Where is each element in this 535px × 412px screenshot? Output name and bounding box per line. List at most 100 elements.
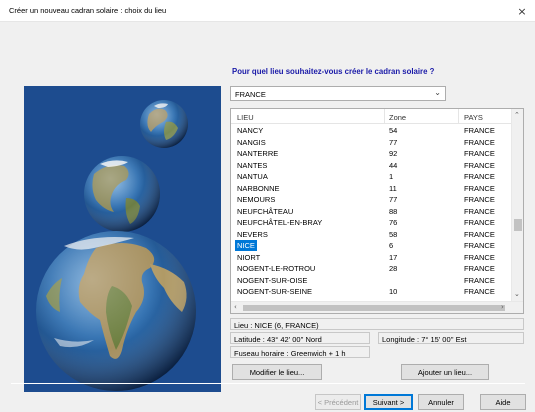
column-header-zone[interactable]: Zone: [389, 113, 406, 122]
place-name: NOGENT-SUR-OISE: [237, 275, 308, 285]
place-country: FRANCE: [464, 287, 495, 296]
place-name: NARBONNE: [237, 183, 280, 193]
previous-button[interactable]: < Précédent: [315, 394, 361, 410]
dialog-body: Pour quel lieu souhaitez-vous créer le c…: [0, 22, 535, 412]
info-fuseau-text: Fuseau horaire : Greenwich + 1 h: [234, 349, 346, 358]
question-label: Pour quel lieu souhaitez-vous créer le c…: [232, 67, 435, 76]
scroll-right-arrow-icon[interactable]: ›: [501, 303, 504, 311]
info-lieu: Lieu : NICE (6, FRANCE): [230, 318, 524, 330]
modify-place-button[interactable]: Modifier le lieu...: [232, 364, 322, 380]
place-name: NOGENT-LE-ROTROU: [237, 264, 316, 273]
column-divider[interactable]: [458, 109, 459, 124]
place-country: FRANCE: [464, 241, 495, 250]
window-title: Créer un nouveau cadran solaire : choix …: [9, 6, 167, 15]
list-item[interactable]: NANTUA 1 FRANCE: [231, 171, 512, 183]
place-name: NEMOURS: [237, 195, 276, 204]
column-header-pays[interactable]: PAYS: [464, 113, 483, 122]
place-zone: 44: [389, 160, 398, 170]
list-item[interactable]: NEVERS 58 FRANCE: [231, 229, 512, 241]
place-name: NIORT: [237, 252, 261, 262]
horizontal-scrollbar[interactable]: ‹ ›: [231, 301, 523, 313]
place-country: FRANCE: [464, 160, 495, 170]
place-name: NANTUA: [237, 172, 268, 181]
scroll-up-arrow-icon[interactable]: ⌃: [514, 111, 520, 119]
country-dropdown-value: FRANCE: [235, 90, 266, 99]
place-zone: 1: [389, 172, 394, 181]
place-zone: 92: [389, 149, 398, 158]
place-country: FRANCE: [464, 218, 495, 227]
list-item[interactable]: NEUFCHÂTEL-EN-BRAY 76 FRANCE: [231, 217, 512, 229]
place-country: FRANCE: [464, 126, 495, 135]
place-country: FRANCE: [464, 195, 495, 204]
place-country: FRANCE: [464, 229, 495, 239]
scroll-down-arrow-icon[interactable]: ⌄: [514, 290, 520, 298]
info-lieu-text: Lieu : NICE (6, FRANCE): [234, 321, 319, 330]
list-item[interactable]: NOGENT-LE-ROTROU 28 FRANCE: [231, 263, 512, 275]
help-button[interactable]: Aide: [480, 394, 526, 410]
column-header-lieu[interactable]: LIEU: [237, 113, 254, 122]
scroll-left-arrow-icon[interactable]: ‹: [234, 303, 237, 311]
vertical-scroll-thumb[interactable]: [514, 219, 522, 231]
place-name: NANTES: [237, 160, 268, 170]
chevron-down-icon[interactable]: ⌄: [434, 88, 441, 97]
place-country: FRANCE: [464, 183, 495, 193]
place-zone: 77: [389, 195, 398, 204]
globe-illustration: [24, 86, 221, 392]
list-item[interactable]: NANGIS 77 FRANCE: [231, 137, 512, 149]
title-bar: Créer un nouveau cadran solaire : choix …: [0, 0, 535, 22]
info-longitude-text: Longitude : 7° 15' 00'' Est: [382, 335, 467, 344]
place-country: FRANCE: [464, 172, 495, 181]
list-item[interactable]: NICE 6 FRANCE: [231, 240, 512, 252]
place-zone: 76: [389, 218, 398, 227]
info-fuseau: Fuseau horaire : Greenwich + 1 h: [230, 346, 370, 358]
place-country: FRANCE: [464, 149, 495, 158]
place-zone: 54: [389, 126, 398, 135]
info-latitude: Latitude : 43° 42' 00'' Nord: [230, 332, 370, 344]
footer-separator: [11, 383, 525, 384]
small-globe: [140, 100, 188, 148]
place-zone: 11: [389, 183, 397, 193]
large-globe: [36, 231, 196, 391]
info-latitude-text: Latitude : 43° 42' 00'' Nord: [234, 335, 322, 344]
place-name: NANGIS: [237, 137, 266, 147]
close-icon[interactable]: ×: [509, 0, 535, 22]
country-dropdown[interactable]: FRANCE ⌄: [230, 86, 446, 101]
globe-image: [36, 100, 196, 391]
place-country: FRANCE: [464, 275, 495, 285]
list-item[interactable]: NOGENT-SUR-OISE FRANCE: [231, 275, 512, 287]
place-name: NOGENT-SUR-SEINE: [237, 287, 313, 296]
list-rows: NANCY 54 FRANCE NANGIS 77 FRANCE NANTERRE 92 FRA…: [231, 125, 512, 309]
next-button[interactable]: Suivant >: [364, 394, 413, 410]
place-zone: 28: [389, 264, 398, 273]
place-name: NEUFCHÂTEL-EN-BRAY: [237, 218, 323, 227]
place-country: FRANCE: [464, 137, 495, 147]
list-item[interactable]: NEMOURS 77 FRANCE: [231, 194, 512, 206]
list-item[interactable]: NIORT 17 FRANCE: [231, 252, 512, 264]
list-item[interactable]: NANTERRE 92 FRANCE: [231, 148, 512, 160]
place-zone: 6: [389, 241, 394, 250]
medium-globe: [84, 156, 160, 232]
place-country: FRANCE: [464, 264, 495, 273]
places-list[interactable]: LIEU Zone PAYS NANCY 54 FRANCE NANGIS 77 FRAN…: [230, 108, 524, 314]
list-item[interactable]: NANTES 44 FRANCE: [231, 160, 512, 172]
list-header: LIEU Zone PAYS: [231, 109, 512, 124]
place-name: NANCY: [237, 126, 264, 135]
list-item[interactable]: NARBONNE 11 FRANCE: [231, 183, 512, 195]
vertical-scrollbar[interactable]: ⌃ ⌄: [511, 109, 523, 302]
list-item[interactable]: NOGENT-SUR-SEINE 10 FRANCE: [231, 286, 512, 298]
info-longitude: Longitude : 7° 15' 00'' Est: [378, 332, 524, 344]
place-name: NEVERS: [237, 229, 268, 239]
place-country: FRANCE: [464, 206, 495, 216]
place-country: FRANCE: [464, 252, 495, 262]
place-name: NEUFCHÂTEAU: [237, 206, 294, 216]
list-item[interactable]: NANCY 54 FRANCE: [231, 125, 512, 137]
place-zone: 17: [389, 252, 398, 262]
cancel-button[interactable]: Annuler: [418, 394, 464, 410]
add-place-button[interactable]: Ajouter un lieu...: [401, 364, 489, 380]
column-divider[interactable]: [384, 109, 385, 124]
place-zone: 58: [389, 229, 398, 239]
horizontal-scroll-thumb[interactable]: [243, 305, 505, 311]
place-name: NANTERRE: [237, 149, 279, 158]
place-zone: 77: [389, 137, 398, 147]
list-item[interactable]: NEUFCHÂTEAU 88 FRANCE: [231, 206, 512, 218]
